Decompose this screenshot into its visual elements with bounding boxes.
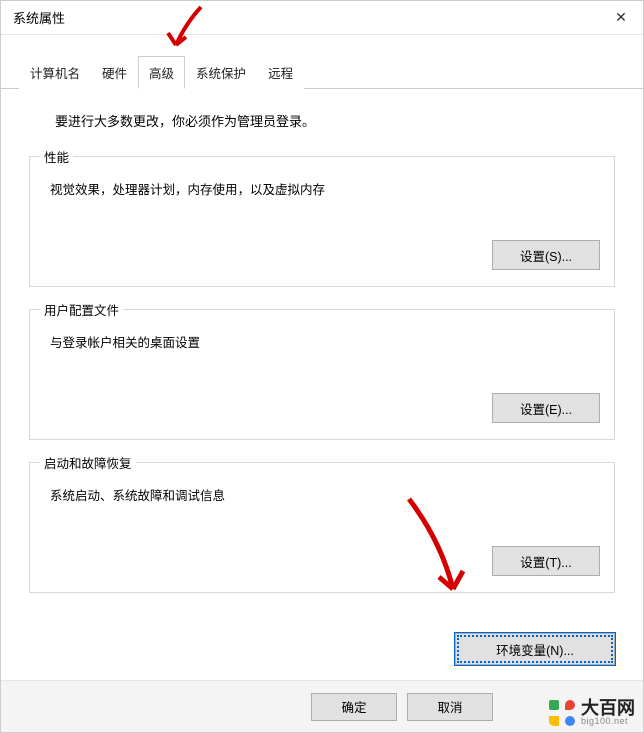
tab-system-protection[interactable]: 系统保护: [185, 56, 257, 89]
env-variables-row: 环境变量(N)...: [1, 625, 643, 683]
performance-group: 性能 视觉效果，处理器计划，内存使用，以及虚拟内存 设置(S)...: [29, 156, 615, 287]
tab-advanced[interactable]: 高级: [138, 56, 185, 89]
close-icon: ✕: [615, 9, 627, 26]
window-title: 系统属性: [13, 8, 65, 27]
tabs-row: 计算机名 硬件 高级 系统保护 远程: [1, 35, 643, 89]
tab-hardware[interactable]: 硬件: [91, 56, 138, 89]
system-properties-dialog: 系统属性 ✕ 计算机名 硬件 高级 系统保护 远程 要进行大多数更改，你必须作为…: [0, 0, 644, 733]
admin-required-note: 要进行大多数更改，你必须作为管理员登录。: [29, 111, 615, 130]
performance-group-title: 性能: [40, 147, 73, 166]
startup-recovery-group-title: 启动和故障恢复: [40, 453, 136, 472]
startup-recovery-settings-button[interactable]: 设置(T)...: [492, 546, 600, 576]
watermark-logo-icon: [549, 700, 575, 726]
watermark: 大百网 big100.net: [549, 699, 635, 726]
tab-remote[interactable]: 远程: [257, 56, 304, 89]
user-profile-group: 用户配置文件 与登录帐户相关的桌面设置 设置(E)...: [29, 309, 615, 440]
tab-computer-name[interactable]: 计算机名: [19, 56, 91, 89]
user-profile-desc: 与登录帐户相关的桌面设置: [50, 332, 600, 351]
watermark-cn: 大百网: [581, 699, 635, 717]
environment-variables-button[interactable]: 环境变量(N)...: [455, 633, 615, 665]
titlebar: 系统属性 ✕: [1, 1, 643, 35]
startup-recovery-group: 启动和故障恢复 系统启动、系统故障和调试信息 设置(T)...: [29, 462, 615, 593]
watermark-en: big100.net: [581, 717, 635, 726]
close-button[interactable]: ✕: [599, 1, 643, 35]
performance-desc: 视觉效果，处理器计划，内存使用，以及虚拟内存: [50, 179, 600, 198]
user-profile-group-title: 用户配置文件: [40, 300, 123, 319]
cancel-button[interactable]: 取消: [407, 693, 493, 721]
tab-content-advanced: 要进行大多数更改，你必须作为管理员登录。 性能 视觉效果，处理器计划，内存使用，…: [1, 89, 643, 625]
dialog-footer: 确定 取消: [1, 680, 643, 732]
watermark-text: 大百网 big100.net: [581, 699, 635, 726]
startup-recovery-desc: 系统启动、系统故障和调试信息: [50, 485, 600, 504]
ok-button[interactable]: 确定: [311, 693, 397, 721]
performance-settings-button[interactable]: 设置(S)...: [492, 240, 600, 270]
user-profile-settings-button[interactable]: 设置(E)...: [492, 393, 600, 423]
